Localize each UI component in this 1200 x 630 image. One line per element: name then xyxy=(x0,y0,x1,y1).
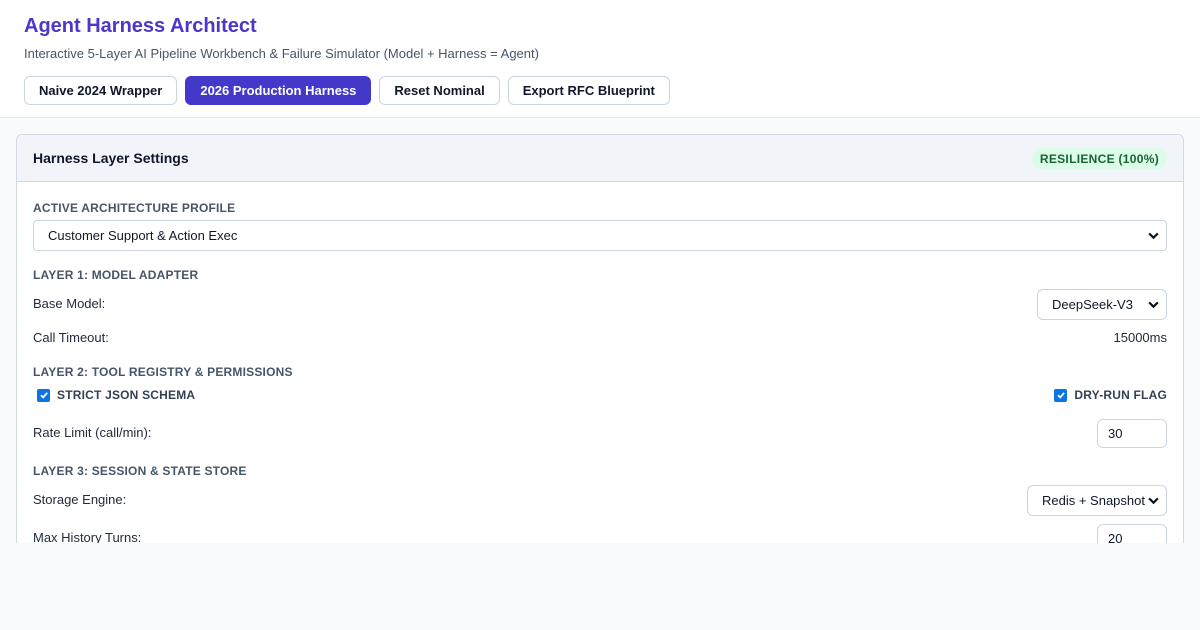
checkbox-checked-icon[interactable] xyxy=(1054,388,1068,402)
profile-section-label: ACTIVE ARCHITECTURE PROFILE xyxy=(33,201,236,215)
max-history-label: Max History Turns: xyxy=(33,530,142,543)
base-model-select[interactable]: DeepSeek-V3 xyxy=(1037,289,1167,320)
app-header: Agent Harness Architect Interactive 5-La… xyxy=(0,0,1200,118)
strict-json-schema-label: STRICT JSON SCHEMA xyxy=(57,388,196,402)
dry-run-flag-toggle[interactable]: DRY-RUN FLAG xyxy=(1054,388,1167,402)
resilience-badge: RESILIENCE (100%) xyxy=(1031,148,1167,169)
toolbar: Naive 2024 Wrapper 2026 Production Harne… xyxy=(24,76,670,105)
harness-settings-panel: Harness Layer Settings RESILIENCE (100%)… xyxy=(16,134,1184,543)
rate-limit-input[interactable]: 30 xyxy=(1097,419,1167,448)
architecture-profile-select[interactable]: Customer Support & Action Exec xyxy=(33,220,1167,251)
chevron-down-icon xyxy=(1147,298,1160,311)
panel-title: Harness Layer Settings xyxy=(33,150,189,166)
panel-header: Harness Layer Settings RESILIENCE (100%) xyxy=(17,135,1183,182)
base-model-value: DeepSeek-V3 xyxy=(1052,297,1133,312)
app-subtitle: Interactive 5-Layer AI Pipeline Workbenc… xyxy=(24,46,539,61)
dry-run-flag-label: DRY-RUN FLAG xyxy=(1074,388,1167,402)
layer2-section-label: LAYER 2: TOOL REGISTRY & PERMISSIONS xyxy=(33,365,293,379)
max-history-input[interactable]: 20 xyxy=(1097,524,1167,543)
app-title: Agent Harness Architect xyxy=(24,15,257,37)
storage-engine-value: Redis + Snapshot xyxy=(1042,493,1145,508)
chevron-down-icon xyxy=(1147,494,1160,507)
rate-limit-label: Rate Limit (call/min): xyxy=(33,425,152,440)
checkbox-checked-icon[interactable] xyxy=(37,388,50,402)
layer3-section-label: LAYER 3: SESSION & STATE STORE xyxy=(33,464,247,478)
export-rfc-button[interactable]: Export RFC Blueprint xyxy=(507,76,670,105)
base-model-label: Base Model: xyxy=(33,296,106,311)
naive-wrapper-button[interactable]: Naive 2024 Wrapper xyxy=(24,76,178,105)
call-timeout-value: 15000ms xyxy=(1113,330,1167,345)
call-timeout-label: Call Timeout: xyxy=(33,330,109,345)
chevron-down-icon xyxy=(1148,232,1159,240)
layer1-section-label: LAYER 1: MODEL ADAPTER xyxy=(33,268,199,282)
storage-engine-label: Storage Engine: xyxy=(33,492,127,507)
reset-nominal-button[interactable]: Reset Nominal xyxy=(379,76,500,105)
production-harness-button[interactable]: 2026 Production Harness xyxy=(185,76,372,105)
storage-engine-select[interactable]: Redis + Snapshot xyxy=(1027,485,1167,516)
architecture-profile-value: Customer Support & Action Exec xyxy=(48,228,238,243)
strict-json-schema-toggle[interactable]: STRICT JSON SCHEMA xyxy=(37,388,195,402)
